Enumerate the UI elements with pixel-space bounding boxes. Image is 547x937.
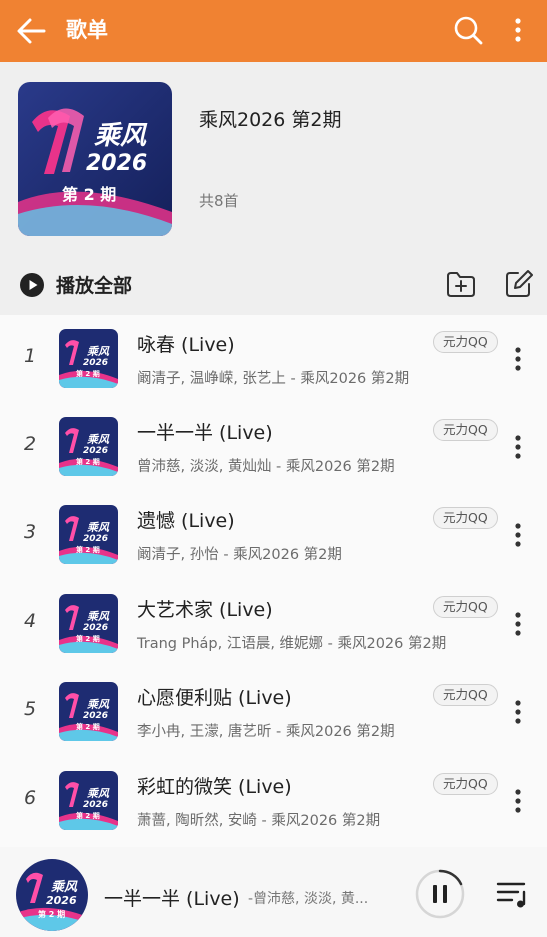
song-thumbnail: 乘风 2026 第 2 期 [59, 682, 118, 741]
song-thumbnail: 乘风 2026 第 2 期 [59, 505, 118, 564]
svg-text:2026: 2026 [46, 894, 77, 907]
song-index: 5 [23, 698, 37, 720]
song-title: 咏春 (Live) [137, 334, 235, 356]
source-badge: 元力QQ [433, 684, 498, 706]
song-row[interactable]: 6 乘风 2026 第 2 期 彩虹的微笑 (Live) 萧蔷, 陶昕然, 安崎 -… [0, 757, 547, 845]
song-index: 4 [23, 610, 37, 632]
source-badge: 元力QQ [433, 419, 498, 441]
song-title: 一半一半 (Live) [137, 422, 273, 444]
svg-text:2026: 2026 [83, 623, 108, 633]
edit-icon[interactable] [505, 268, 533, 298]
playlist-cover[interactable]: 乘风 2026 第 2 期 [18, 82, 172, 236]
source-badge: 元力QQ [433, 507, 498, 529]
svg-text:乘风: 乘风 [87, 787, 110, 800]
song-row[interactable]: 3 乘风 2026 第 2 期 遗憾 (Live) 阚清子, 孙怡 - 乘风2026… [0, 491, 547, 579]
song-row[interactable]: 2 乘风 2026 第 2 期 一半一半 (Live) 曾沛慈, 淡淡, 黄灿灿 -… [0, 403, 547, 491]
song-more-icon[interactable] [508, 785, 528, 817]
song-row[interactable]: 1 乘风 2026 第 2 期 咏春 (Live) 阚清子, 温峥嵘, 张艺上 - … [0, 315, 547, 403]
song-more-icon[interactable] [508, 608, 528, 640]
song-artists: 阚清子, 温峥嵘, 张艺上 - 乘风2026 第2期 [137, 371, 410, 387]
now-playing-title: 一半一半 (Live) [104, 888, 240, 910]
play-all-icon[interactable] [20, 273, 44, 297]
song-index: 3 [23, 521, 37, 543]
song-index: 2 [23, 433, 37, 455]
song-more-icon[interactable] [508, 343, 528, 375]
svg-text:第 2 期: 第 2 期 [76, 722, 100, 731]
now-playing-cover[interactable]: 乘风 2026 第 2 期 [16, 859, 88, 931]
source-badge: 元力QQ [433, 596, 498, 618]
song-artists: 萧蔷, 陶昕然, 安崎 - 乘风2026 第2期 [137, 813, 381, 829]
song-title: 大艺术家 (Live) [137, 599, 273, 621]
svg-text:第 2 期: 第 2 期 [38, 909, 65, 919]
song-more-icon[interactable] [508, 431, 528, 463]
playlist-queue-icon[interactable] [496, 880, 530, 908]
now-playing-artist: -曾沛慈, 淡淡, 黄... [248, 891, 369, 907]
source-badge: 元力QQ [433, 773, 498, 795]
svg-text:2026: 2026 [83, 446, 108, 456]
song-more-icon[interactable] [508, 696, 528, 728]
song-index: 1 [23, 345, 37, 367]
svg-text:2026: 2026 [83, 358, 108, 368]
cover-episode-text: 第 2 期 [62, 185, 116, 204]
playlist-actions: 播放全部 [0, 254, 547, 314]
svg-text:第 2 期: 第 2 期 [76, 634, 100, 643]
cover-artwork: 乘风 2026 第 2 期 [18, 82, 172, 236]
svg-text:乘风: 乘风 [87, 433, 110, 446]
play-all-button[interactable]: 播放全部 [56, 271, 132, 298]
song-thumbnail: 乘风 2026 第 2 期 [59, 594, 118, 653]
top-app-bar: 歌单 [0, 0, 547, 62]
song-artists: 李小冉, 王濛, 唐艺昕 - 乘风2026 第2期 [137, 724, 395, 740]
song-title: 遗憾 (Live) [137, 510, 235, 532]
svg-text:2026: 2026 [83, 800, 108, 810]
song-thumbnail: 乘风 2026 第 2 期 [59, 329, 118, 388]
svg-text:乘风: 乘风 [87, 610, 110, 623]
song-list: 1 乘风 2026 第 2 期 咏春 (Live) 阚清子, 温峥嵘, 张艺上 - … [0, 315, 547, 847]
source-badge: 元力QQ [433, 331, 498, 353]
svg-text:第 2 期: 第 2 期 [76, 457, 100, 466]
svg-text:2026: 2026 [83, 711, 108, 721]
song-thumbnail: 乘风 2026 第 2 期 [59, 417, 118, 476]
playlist-header: 乘风 2026 第 2 期 乘风2026 第2期 共8首 [0, 62, 547, 254]
pause-icon[interactable] [414, 868, 466, 920]
cover-year-text: 2026 [86, 151, 147, 176]
svg-text:第 2 期: 第 2 期 [76, 545, 100, 554]
cover-brand-text: 乘风 [94, 121, 148, 151]
svg-text:乘风: 乘风 [51, 879, 78, 895]
song-more-icon[interactable] [508, 519, 528, 551]
playlist-title: 乘风2026 第2期 [199, 109, 342, 131]
song-artists: 阚清子, 孙怡 - 乘风2026 第2期 [137, 547, 342, 563]
search-icon[interactable] [452, 14, 484, 46]
more-vertical-icon[interactable] [506, 14, 530, 46]
song-index: 6 [23, 787, 37, 809]
svg-text:2026: 2026 [83, 534, 108, 544]
svg-text:第 2 期: 第 2 期 [76, 811, 100, 820]
song-row[interactable]: 5 乘风 2026 第 2 期 心愿便利贴 (Live) 李小冉, 王濛, 唐艺昕 … [0, 668, 547, 756]
playlist-count: 共8首 [199, 192, 239, 210]
mini-player[interactable]: 乘风 2026 第 2 期 一半一半 (Live) -曾沛慈, 淡淡, 黄... [0, 847, 547, 937]
back-arrow-icon[interactable] [14, 14, 50, 48]
svg-text:乘风: 乘风 [87, 521, 110, 534]
song-artists: 曾沛慈, 淡淡, 黄灿灿 - 乘风2026 第2期 [137, 459, 395, 475]
svg-text:第 2 期: 第 2 期 [76, 369, 100, 378]
song-thumbnail: 乘风 2026 第 2 期 [59, 771, 118, 830]
add-to-folder-icon[interactable] [446, 270, 476, 298]
song-title: 彩虹的微笑 (Live) [137, 776, 292, 798]
song-row[interactable]: 4 乘风 2026 第 2 期 大艺术家 (Live) Trang Pháp, 江语… [0, 580, 547, 668]
svg-text:乘风: 乘风 [87, 345, 110, 358]
page-title: 歌单 [66, 18, 108, 42]
song-title: 心愿便利贴 (Live) [137, 687, 292, 709]
svg-text:乘风: 乘风 [87, 698, 110, 711]
song-artists: Trang Pháp, 江语晨, 维妮娜 - 乘风2026 第2期 [137, 636, 447, 652]
